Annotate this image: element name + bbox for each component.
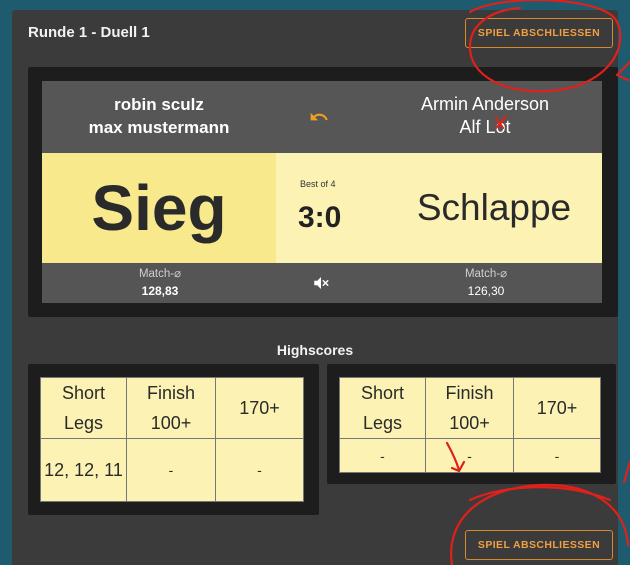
best-of-label: Best of 4 (300, 179, 336, 189)
column-header-short-legs: Short Legs (40, 377, 127, 439)
table-row: 12, 12, 11 - - (40, 438, 304, 502)
left-team: robin sculz max mustermann (44, 93, 274, 139)
score-row: Sieg Best of 4 3:0 Schlappe (42, 153, 602, 263)
table-row: - - - (339, 438, 601, 473)
highscores-title: Highscores (276, 342, 354, 358)
left-170-value: - (215, 438, 304, 502)
match-card: robin sculz max mustermann Armin Anderso… (28, 67, 618, 317)
column-header-finish-100: Finish 100+ (425, 377, 514, 439)
left-team-player-2: max mustermann (88, 118, 230, 137)
finish-game-button-top[interactable]: SPIEL ABSCHLIESSEN (465, 18, 613, 48)
round-title: Runde 1 - Duell 1 (28, 24, 150, 41)
right-result: Schlappe (416, 187, 572, 228)
right-average: Match-⌀ 126,30 (406, 266, 566, 298)
average-bar: Match-⌀ 128,83 Match-⌀ 126,30 (42, 263, 602, 303)
undo-icon[interactable] (308, 107, 330, 127)
left-result: Sieg (91, 172, 227, 244)
right-average-value: 126,30 (467, 284, 505, 298)
annotation-arrow-top (615, 60, 630, 82)
column-header-170: 170+ (513, 377, 601, 439)
finish-game-button-bottom[interactable]: SPIEL ABSCHLIESSEN (465, 530, 613, 560)
annotation-edge-mark (622, 460, 630, 484)
team-bar: robin sculz max mustermann Armin Anderso… (42, 81, 602, 153)
match-panel: Runde 1 - Duell 1 SPIEL ABSCHLIESSEN rob… (12, 10, 618, 565)
left-highscores-card: Short Legs Finish 100+ 170+ 12, 12, 11 -… (28, 364, 319, 515)
right-team-player-1: Armin Anderson (420, 94, 550, 114)
volume-off-icon[interactable] (312, 274, 330, 292)
column-header-170: 170+ (215, 377, 304, 439)
left-average: Match-⌀ 128,83 (80, 266, 240, 298)
right-highscores-card: Short Legs Finish 100+ 170+ - - - (327, 364, 616, 484)
right-170-value: - (513, 438, 601, 473)
column-header-short-legs: Short Legs (339, 377, 426, 439)
left-highscores-table: Short Legs Finish 100+ 170+ 12, 12, 11 -… (40, 377, 304, 502)
column-header-finish-100: Finish 100+ (126, 377, 216, 439)
right-team: Armin Anderson Alf Lot (370, 93, 600, 139)
match-score: 3:0 (298, 201, 342, 234)
left-team-player-1: robin sculz (114, 95, 204, 114)
left-average-value: 128,83 (141, 284, 179, 298)
right-short-legs-value: - (339, 438, 426, 473)
left-short-legs-value: 12, 12, 11 (40, 438, 127, 502)
right-highscores-table: Short Legs Finish 100+ 170+ - - - (339, 377, 601, 473)
right-team-player-2: Alf Lot (459, 117, 511, 137)
score-cell: Best of 4 3:0 (276, 153, 386, 263)
right-result-cell: Schlappe (386, 153, 602, 263)
left-average-label: Match-⌀ (138, 268, 182, 280)
right-finish-value: - (425, 438, 514, 473)
left-result-cell: Sieg (42, 153, 276, 263)
right-average-label: Match-⌀ (464, 268, 508, 280)
left-finish-value: - (126, 438, 216, 502)
